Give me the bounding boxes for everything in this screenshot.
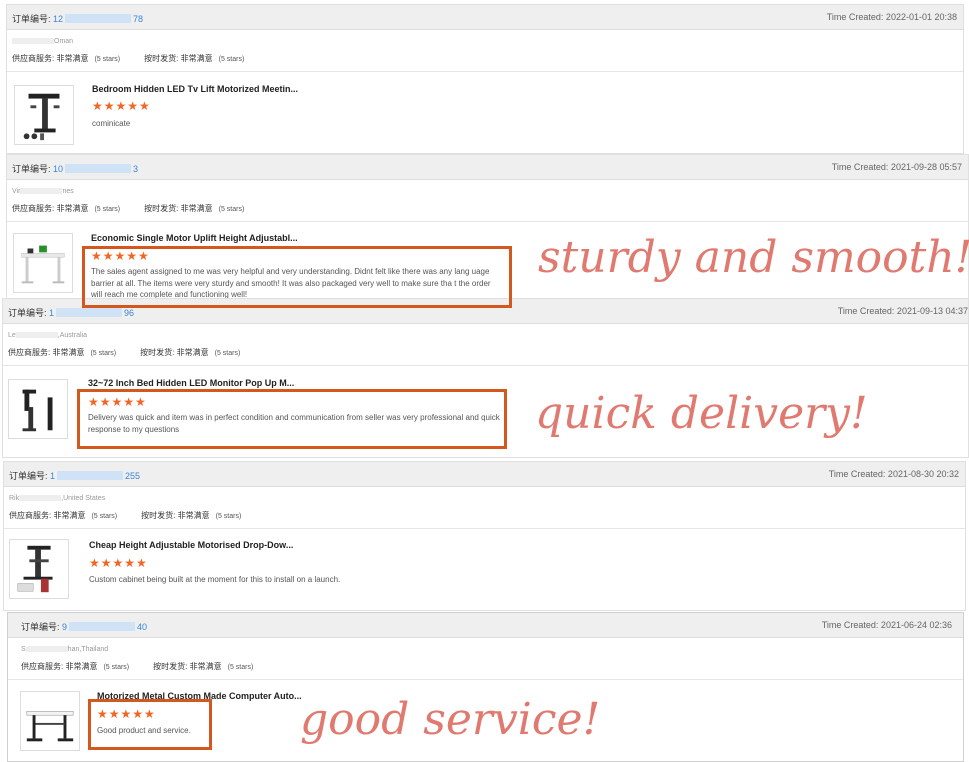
product-image[interactable] [13,233,73,293]
order-number-label: 订单编号: [8,308,47,318]
order-number-label: 订单编号: [9,471,48,481]
redacted-mask [15,332,58,338]
divider [8,679,963,680]
time-created: Time Created: 2021-09-13 04:37 [837,306,968,316]
redacted-mask [56,308,123,317]
annotation-sturdy-and-smooth: sturdy and smooth! [538,232,969,283]
order-header: 订单编号: 10 3 Time Created: 2021-09-28 05:57 [7,155,968,180]
seller-ratings: 供应商服务: 非常满意 (5 stars) 按时发货: 非常满意 (5 stars) [21,662,254,671]
order-header: 订单编号: 9 40 Time Created: 2021-06-24 02:36 [8,613,963,638]
divider [7,71,963,72]
time-created: Time Created: 2022-01-01 20:38 [826,12,957,22]
redacted-mask [65,164,132,173]
product-image[interactable] [8,379,68,439]
rating-stars: ★★★★★ [89,556,148,570]
redacted-mask [65,14,132,23]
highlight-box [88,699,212,750]
order-number-link[interactable]: 12 78 [53,14,143,24]
product-image[interactable] [9,539,69,599]
order-number-link[interactable]: 1 96 [49,308,134,318]
order-header: 订单编号: 12 78 Time Created: 2022-01-01 20:3… [7,5,963,30]
buyer-location: Vir nes [12,188,74,195]
highlight-box [77,389,507,449]
seller-ratings: 供应商服务: 非常满意 (5 stars) 按时发货: 非常满意 (5 stars) [12,54,245,63]
buyer-location: Oman [12,38,73,45]
divider [4,528,965,529]
highlight-box [82,246,512,308]
order-header: 订单编号: 1 255 Time Created: 2021-08-30 20:3… [4,462,965,487]
order-number-label: 订单编号: [21,622,60,632]
order-number-link[interactable]: 9 40 [62,622,147,632]
order-number-link[interactable]: 10 3 [53,164,138,174]
divider [3,365,968,366]
divider [7,221,968,222]
annotation-quick-delivery: quick delivery! [535,388,868,439]
product-title-link[interactable]: Economic Single Motor Uplift Height Adju… [91,233,298,243]
product-image[interactable] [20,691,80,751]
order-number-label: 订单编号: [12,14,51,24]
annotation-good-service: good service! [300,694,601,745]
buyer-location: Shan,Thailand [21,646,109,653]
product-title-link[interactable]: Bedroom Hidden LED Tv Lift Motorized Mee… [92,84,298,94]
review-comment: cominicate [92,119,131,128]
rating-stars: ★★★★★ [92,99,151,113]
order-number-link[interactable]: 1 255 [50,471,140,481]
review-comment: Custom cabinet being built at the moment… [89,575,341,584]
redacted-mask [69,622,136,631]
buyer-location: Le ,Australia [8,332,87,339]
redacted-mask [57,471,124,480]
order-card: 订单编号: 1 255 Time Created: 2021-08-30 20:3… [3,461,966,611]
seller-ratings: 供应商服务: 非常满意 (5 stars) 按时发货: 非常满意 (5 stars) [12,204,245,213]
seller-ratings: 供应商服务: 非常满意 (5 stars) 按时发货: 非常满意 (5 stars) [8,348,241,357]
time-created: Time Created: 2021-09-28 05:57 [831,162,962,172]
time-created: Time Created: 2021-08-30 20:32 [828,469,959,479]
buyer-location: Rik ,United States [9,495,106,502]
redacted-mask [12,38,54,44]
time-created: Time Created: 2021-06-24 02:36 [821,620,952,630]
redacted-mask [20,188,63,194]
order-number-label: 订单编号: [12,164,51,174]
order-card: 订单编号: 12 78 Time Created: 2022-01-01 20:3… [6,4,964,154]
redacted-mask [19,495,62,501]
product-image[interactable] [14,85,74,145]
seller-ratings: 供应商服务: 非常满意 (5 stars) 按时发货: 非常满意 (5 stars) [9,511,242,520]
product-title-link[interactable]: Cheap Height Adjustable Motorised Drop-D… [89,540,293,550]
redacted-mask [25,646,68,652]
product-title-link[interactable]: 32~72 Inch Bed Hidden LED Monitor Pop Up… [88,378,294,388]
